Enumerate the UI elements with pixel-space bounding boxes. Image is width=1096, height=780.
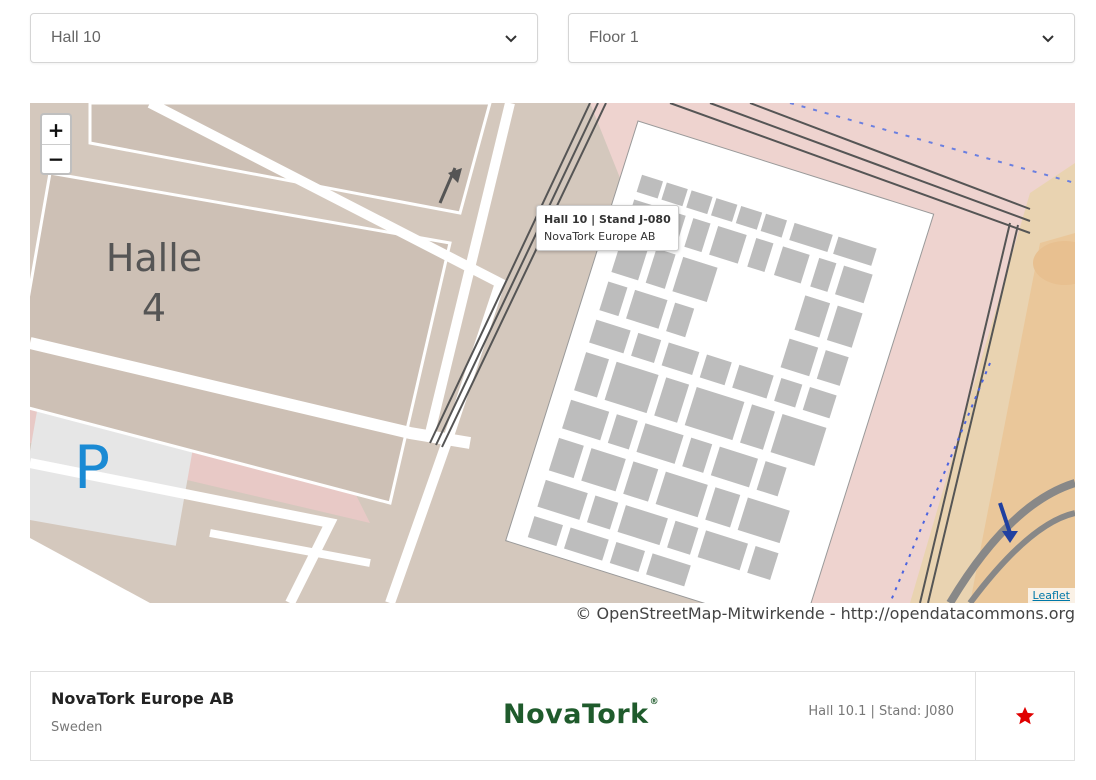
card-divider <box>975 672 976 760</box>
logo-reg: ® <box>649 697 660 707</box>
leaflet-link[interactable]: Leaflet <box>1027 588 1075 603</box>
stand-tooltip: Hall 10 | Stand J-080 NovaTork Europe AB <box>536 205 679 251</box>
favorite-star-icon[interactable] <box>1014 705 1036 727</box>
chevron-down-icon <box>1042 35 1054 43</box>
exhibitor-stand: Hall 10.1 | Stand: J080 <box>808 704 954 719</box>
floor-select[interactable]: Floor 1 <box>568 13 1075 63</box>
hall-select-value: Hall 10 <box>51 29 101 46</box>
map-credit: © OpenStreetMap-Mitwirkende - http://ope… <box>575 604 1075 623</box>
map-tiles: Halle 4 P <box>30 103 1075 603</box>
zoom-out-button[interactable]: − <box>42 144 70 173</box>
exhibitor-name[interactable]: NovaTork Europe AB <box>51 689 234 708</box>
logo-text: NovaTork <box>503 699 649 730</box>
exhibitor-country: Sweden <box>51 720 103 735</box>
exhibitor-card[interactable]: NovaTork Europe AB Sweden NovaTork® Hall… <box>30 671 1075 761</box>
tooltip-subtitle: NovaTork Europe AB <box>544 230 656 243</box>
venue-map[interactable]: Halle 4 P + − Hall 10 | Stand J-080 Nova… <box>30 103 1075 603</box>
hall-label-line1: Halle <box>106 236 202 280</box>
zoom-in-button[interactable]: + <box>42 115 70 144</box>
tooltip-title: Hall 10 | Stand J-080 <box>544 213 671 226</box>
exhibitor-logo: NovaTork® <box>503 697 660 730</box>
chevron-down-icon <box>505 35 517 43</box>
floor-select-value: Floor 1 <box>589 29 639 46</box>
hall-label-line2: 4 <box>142 286 166 330</box>
parking-label: P <box>74 433 110 503</box>
zoom-control: + − <box>40 113 72 175</box>
hall-select[interactable]: Hall 10 <box>30 13 538 63</box>
